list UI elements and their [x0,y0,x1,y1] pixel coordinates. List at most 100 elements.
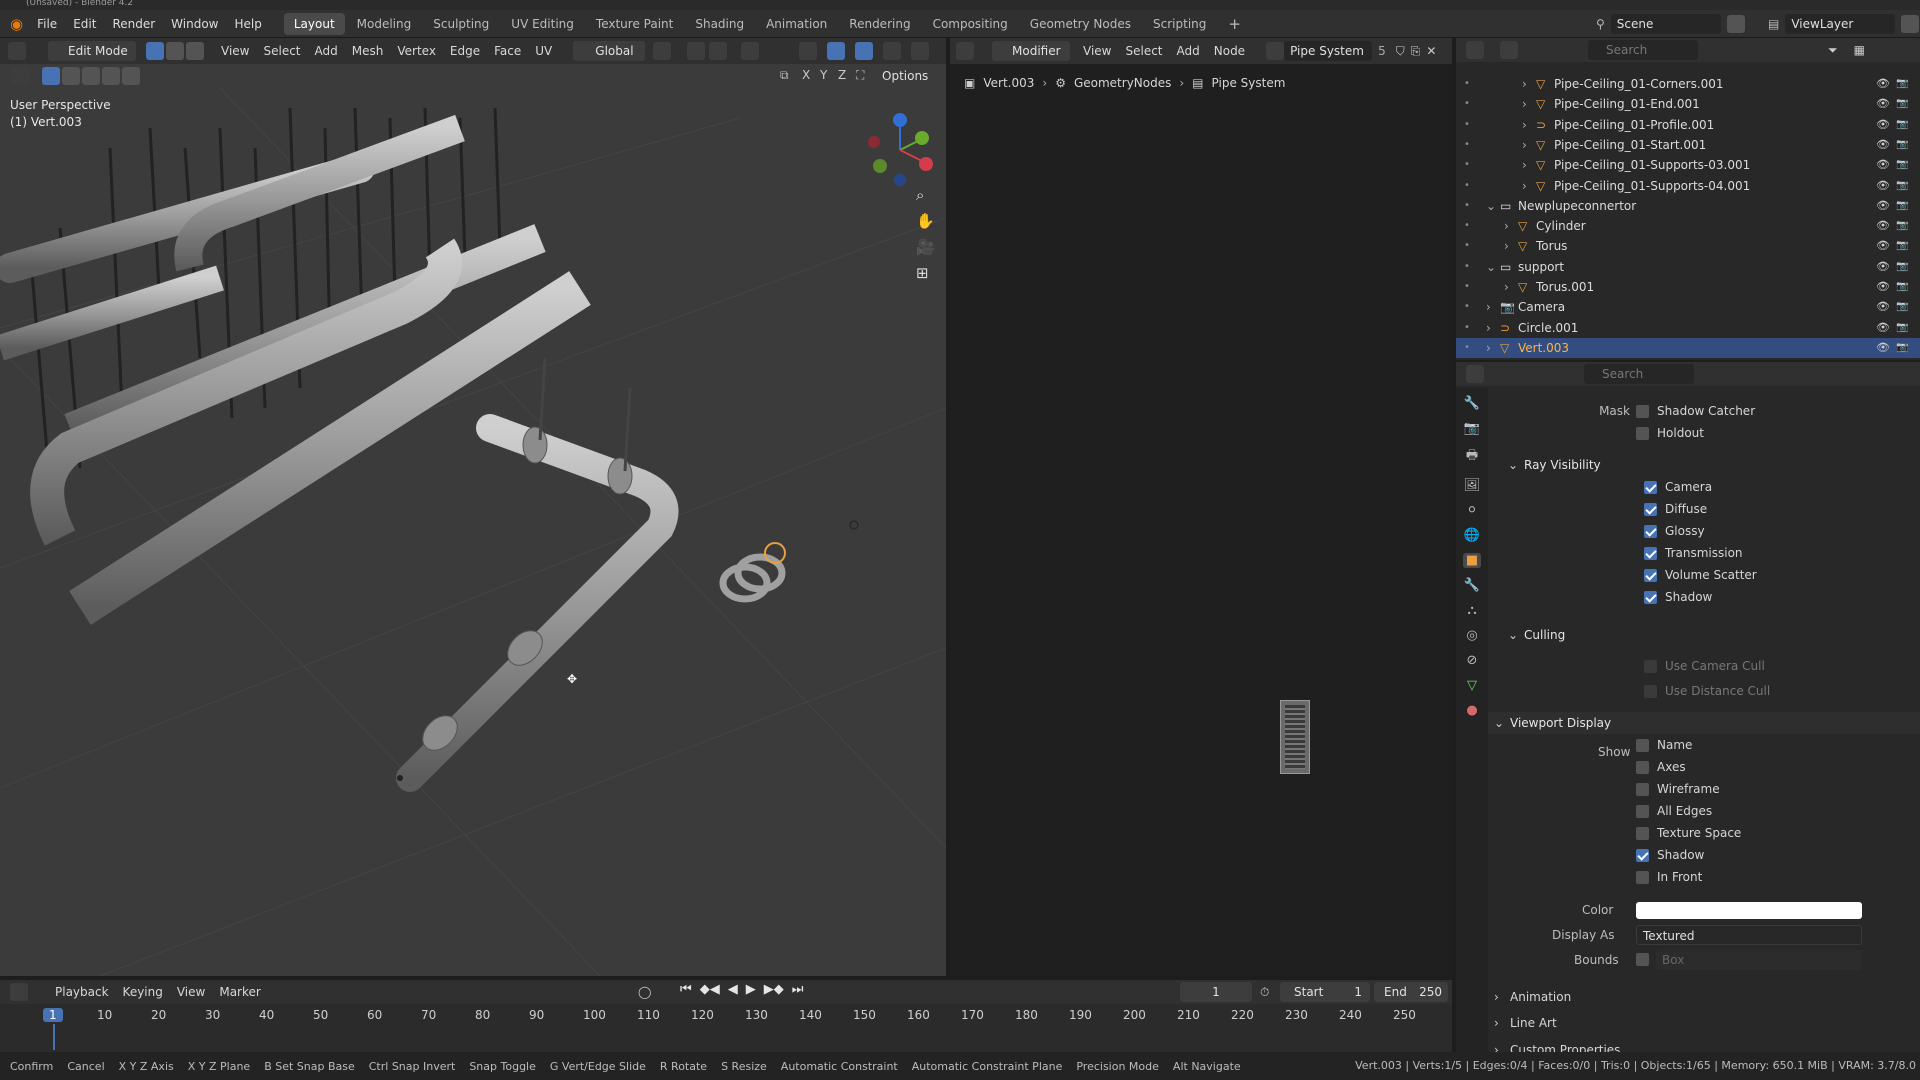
gizmo-y-icon[interactable] [915,131,929,145]
visibility-eye-icon[interactable]: 👁 [1876,94,1890,114]
new-view-layer-icon[interactable] [1901,15,1920,33]
select-mode-extend-icon[interactable] [62,67,80,85]
camera-cull-row[interactable]: Use Camera Cull [1488,655,1920,677]
tab-compositing[interactable]: Compositing [923,13,1018,35]
viewport-display-checkbox[interactable]: Axes [1488,756,1920,778]
timeline[interactable]: Playback Keying View Marker ◯ ⏮ ◆◀ ◀ ▶ ▶… [0,980,1452,1052]
modifier-tab-icon[interactable]: 🔧 [1464,578,1480,593]
visibility-eye-icon[interactable]: 👁 [1876,338,1890,358]
outliner-row[interactable]: • › ▽ Pipe-Ceiling_01-Corners.001 👁 📷 [1456,74,1920,94]
chevron-right-icon[interactable]: › [1486,297,1491,317]
outliner-row[interactable]: • › ▽ Torus 👁 📷 [1456,236,1920,256]
ray-visibility-checkbox[interactable]: Volume Scatter [1488,564,1920,586]
gizmo-z-icon[interactable] [893,113,907,127]
node-menu-add[interactable]: Add [1170,39,1207,63]
mesh-symmetry-icon[interactable]: ⛶ [856,68,864,83]
visibility-eye-icon[interactable]: 👁 [1876,196,1890,216]
chevron-right-icon[interactable]: › [1522,176,1527,196]
scene-field[interactable]: Scene [1610,14,1721,34]
outliner-row[interactable]: • › 📷 Camera 👁 📷 [1456,297,1920,317]
blender-logo-icon[interactable]: ◉ [10,15,23,33]
start-frame-field[interactable]: Start 1 [1280,982,1370,1002]
filter-icon[interactable]: ⏷ [1828,43,1838,58]
render-visibility-icon[interactable]: 📷 [1896,176,1908,196]
render-visibility-icon[interactable]: 📷 [1896,74,1908,94]
breadcrumb-modifier[interactable]: GeometryNodes [1074,76,1171,90]
tab-animation[interactable]: Animation [756,13,837,35]
chevron-right-icon[interactable]: › [1522,135,1527,155]
holdout-checkbox[interactable]: Holdout [1636,422,1704,444]
select-mode-invert-icon[interactable] [102,67,120,85]
mirror-icon[interactable]: ⧉ [780,68,789,83]
zoom-icon[interactable]: ⌕ [916,186,935,204]
display-as-dropdown[interactable]: Textured [1636,925,1862,945]
render-visibility-icon[interactable]: 📷 [1896,338,1908,358]
vp-menu-view[interactable]: View [214,39,256,63]
chevron-right-icon[interactable]: › [1522,155,1527,175]
scene-icon[interactable]: ⚲ [1596,17,1605,31]
properties-search[interactable]: Search [1584,364,1694,384]
vp-menu-add[interactable]: Add [308,39,345,63]
mirror-axis-y[interactable]: Y [820,68,827,82]
jump-key-forward-icon[interactable]: ▶◆ [764,982,784,997]
visibility-eye-icon[interactable]: 👁 [1876,176,1890,196]
face-select-icon[interactable] [186,42,204,60]
visibility-eye-icon[interactable]: 👁 [1876,297,1890,317]
current-frame-marker[interactable]: 1 [43,1008,63,1022]
menu-window[interactable]: Window [163,10,226,38]
node-group-field[interactable]: Pipe System [1284,41,1373,61]
color-swatch[interactable] [1636,902,1862,919]
current-frame-field[interactable]: 1 [1180,982,1252,1002]
play-icon[interactable]: ▶ [746,982,756,997]
select-mode-new-icon[interactable] [42,67,60,85]
breadcrumb-group[interactable]: Pipe System [1212,76,1286,90]
select-mode-intersect-icon[interactable] [122,67,140,85]
outliner-row[interactable]: • › ▽ Pipe-Ceiling_01-Supports-03.001 👁 📷 [1456,155,1920,175]
outliner-row[interactable]: • › ▽ Pipe-Ceiling_01-End.001 👁 📷 [1456,94,1920,114]
pan-hand-icon[interactable]: ✋ [916,212,935,230]
playback-menu[interactable]: Playback [48,980,116,1004]
gizmo-toggle-icon[interactable] [827,42,846,60]
camera-view-icon[interactable]: 🎥 [916,238,935,256]
vp-menu-edge[interactable]: Edge [443,39,487,63]
timeline-type-icon[interactable] [10,983,28,1001]
menu-help[interactable]: Help [227,10,270,38]
render-visibility-icon[interactable]: 📷 [1896,257,1908,277]
chevron-right-icon[interactable]: › [1486,318,1491,338]
view-layer-field[interactable]: ViewLayer [1785,14,1896,34]
ray-visibility-checkbox[interactable]: Camera [1488,476,1920,498]
tool-tab-icon[interactable]: 🔧 [1464,396,1480,411]
properties-type-icon[interactable] [1466,365,1484,383]
node-group-icon[interactable] [1266,42,1285,60]
gizmo-x-icon[interactable] [919,157,933,171]
render-visibility-icon[interactable]: 📷 [1896,196,1908,216]
mirror-axis-z[interactable]: Z [838,68,846,82]
viewport-display-checkbox[interactable]: Wireframe [1488,778,1920,800]
mesh-overlay-icon[interactable] [883,42,902,60]
jump-key-back-icon[interactable]: ◆◀ [700,982,720,997]
particles-tab-icon[interactable]: ⛬ [1467,603,1476,618]
properties-editor[interactable]: Search 🔧 📷 🖶 🖼 ⚪ 🌐 ■ 🔧 ⛬ ◎ ⊘ ▽ ● Mask Sh… [1456,362,1920,1052]
snap-icon[interactable] [687,42,706,60]
visibility-eye-icon[interactable]: 👁 [1876,318,1890,338]
render-visibility-icon[interactable]: 📷 [1896,216,1908,236]
tab-sculpting[interactable]: Sculpting [423,13,499,35]
chevron-down-icon[interactable]: ⌄ [1486,196,1496,216]
unlink-group-icon[interactable]: ✕ [1426,44,1436,58]
outliner-row[interactable]: • › ▽ Pipe-Ceiling_01-Start.001 👁 📷 [1456,135,1920,155]
view-layer-tab-icon[interactable]: 🖼 [1464,478,1481,493]
visibility-eye-icon[interactable]: 👁 [1876,74,1890,94]
node-frame[interactable] [1280,700,1310,774]
vp-menu-uv[interactable]: UV [528,39,559,63]
torus-objects[interactable] [719,542,786,603]
overlay-toggle-icon[interactable] [855,42,874,60]
outliner-row[interactable]: • ⌄ ▭ Newplupeconnertor 👁 📷 [1456,196,1920,216]
chevron-right-icon[interactable]: › [1522,74,1527,94]
render-visibility-icon[interactable]: 📷 [1896,236,1908,256]
outliner-row[interactable]: • › ▽ Pipe-Ceiling_01-Supports-04.001 👁 📷 [1456,176,1920,196]
playhead-line[interactable] [53,1024,55,1050]
outliner-row[interactable]: • › ⊃ Pipe-Ceiling_01-Profile.001 👁 📷 [1456,115,1920,135]
outliner-row[interactable]: • › ▽ Cylinder 👁 📷 [1456,216,1920,236]
chevron-right-icon[interactable]: › [1522,115,1527,135]
outliner[interactable]: Search ⏷ ▦ • › ▽ Pipe-Ceiling_01-Corners.00… [1456,38,1920,360]
